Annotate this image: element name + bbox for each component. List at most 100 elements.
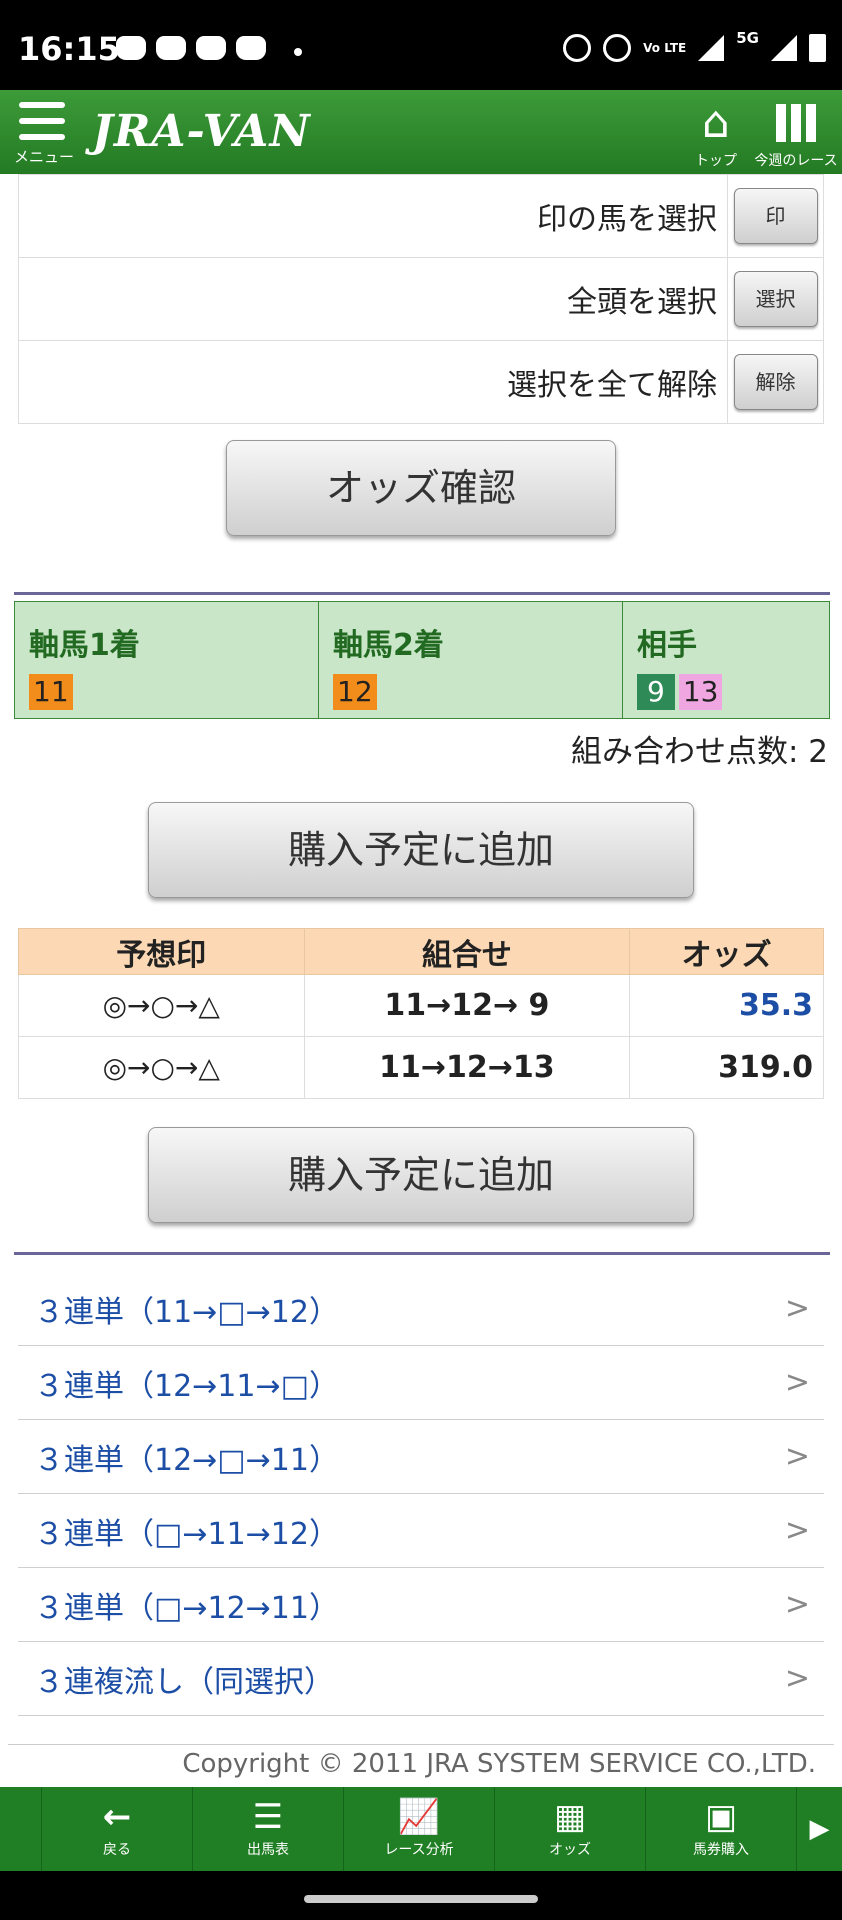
nav-race-card[interactable]: ☰ 出馬表 xyxy=(193,1787,344,1871)
select-marked-label: 印の馬を選択 xyxy=(18,174,728,258)
bottom-nav: ← 戻る ☰ 出馬表 📈 レース分析 ▦ オッズ ▣ 馬券購入 ▶ xyxy=(0,1787,842,1871)
partner-title: 相手 xyxy=(637,628,697,663)
selection-row: 全頭を選択 選択 xyxy=(18,257,824,341)
discord-icon xyxy=(236,36,266,60)
select-marked-button[interactable]: 印 xyxy=(733,188,818,244)
chevron-right-icon: > xyxy=(784,1439,810,1474)
nav-ticket-purchase[interactable]: ▣ 馬券購入 xyxy=(646,1787,797,1871)
top-button[interactable]: ⌂ トップ xyxy=(686,98,746,170)
selection-row: 選択を全て解除 解除 xyxy=(18,340,824,424)
signal-icon xyxy=(771,35,797,61)
link-label: ３連単（□→12→11） xyxy=(34,1590,339,1626)
clear-selection-button[interactable]: 解除 xyxy=(733,354,818,410)
hamburger-icon xyxy=(19,102,65,140)
odds-check-button[interactable]: オッズ確認 xyxy=(226,440,616,536)
back-arrow-icon: ← xyxy=(102,1797,132,1837)
list-item[interactable]: ３連単（12→□→11） > xyxy=(18,1420,824,1494)
data-saver-icon xyxy=(603,34,632,62)
combination: 11→12→13 xyxy=(303,1036,631,1099)
table-row[interactable]: ◎→○→△ 11→12→ 9 35.3 xyxy=(18,974,824,1037)
app-header: メニュー JRA-VAN ⌂ トップ 今週のレース xyxy=(0,90,842,174)
ticket-icon: ▣ xyxy=(704,1797,738,1837)
this-week-races-button[interactable]: 今週のレース xyxy=(752,98,840,170)
partner-cell: 相手 9 13 xyxy=(623,602,829,718)
link-label: ３連複流し（同選択） xyxy=(34,1664,334,1700)
wifi-icon xyxy=(698,35,725,61)
add-to-plan-button-2[interactable]: 購入予定に追加 xyxy=(148,1127,694,1223)
column-header-odds: オッズ xyxy=(629,928,824,975)
chevron-right-icon: > xyxy=(784,1365,810,1400)
prediction-mark: ◎→○→△ xyxy=(18,974,305,1037)
combination: 11→12→ 9 xyxy=(303,974,631,1037)
axis-first-title: 軸馬1着 xyxy=(29,628,140,663)
grid-icon: ▦ xyxy=(553,1797,587,1837)
horse-number-chip: 11 xyxy=(29,674,73,710)
list-item[interactable]: ３連単（11→□→12） > xyxy=(18,1272,824,1346)
columns-icon xyxy=(752,104,840,146)
table-row[interactable]: ◎→○→△ 11→12→13 319.0 xyxy=(18,1036,824,1099)
combination-count: 組み合わせ点数: 2 xyxy=(570,734,828,770)
chevron-right-icon: > xyxy=(784,1661,810,1696)
select-all-label: 全頭を選択 xyxy=(18,257,728,341)
list-item[interactable]: ３連単（□→11→12） > xyxy=(18,1494,824,1568)
axis-second-title: 軸馬2着 xyxy=(333,628,444,663)
copyright: Copyright © 2011 JRA SYSTEM SERVICE CO.,… xyxy=(8,1744,834,1779)
link-label: ３連単（□→11→12） xyxy=(34,1516,339,1552)
battery-icon xyxy=(809,34,826,62)
add-to-plan-button[interactable]: 購入予定に追加 xyxy=(148,802,694,898)
list-item[interactable]: ３連単（12→11→□） > xyxy=(18,1346,824,1420)
column-header-mark: 予想印 xyxy=(18,928,305,975)
chart-icon: 📈 xyxy=(397,1797,441,1837)
list-item[interactable]: ３連複流し（同選択） > xyxy=(18,1642,824,1716)
axis-first-cell: 軸馬1着 11 xyxy=(15,602,319,718)
nav-odds[interactable]: ▦ オッズ xyxy=(495,1787,646,1871)
clear-selection-label: 選択を全て解除 xyxy=(18,340,728,424)
home-icon: ⌂ xyxy=(702,97,730,148)
status-icons: Vo LTE 5G xyxy=(563,29,826,62)
odds-value: 319.0 xyxy=(629,1036,824,1099)
selection-row: 印の馬を選択 印 xyxy=(18,174,824,258)
chevron-right-icon: > xyxy=(784,1291,810,1326)
horse-number-chip: 12 xyxy=(333,674,377,710)
status-time: 16:15 xyxy=(18,30,120,68)
discord-icon xyxy=(116,36,146,60)
bet-type-link-list: ３連単（11→□→12） > ３連単（12→11→□） > ３連単（12→□→11）… xyxy=(18,1272,824,1716)
link-label: ３連単（12→□→11） xyxy=(34,1442,339,1478)
nav-more-arrow-icon[interactable]: ▶ xyxy=(797,1787,842,1871)
divider xyxy=(14,1252,830,1255)
discord-icon xyxy=(156,36,186,60)
horse-number-chip: 13 xyxy=(678,674,723,710)
selection-table: 印の馬を選択 印 全頭を選択 選択 選択を全て解除 解除 xyxy=(18,174,824,424)
select-all-button[interactable]: 選択 xyxy=(733,271,818,327)
this-week-label: 今週のレース xyxy=(754,153,838,169)
chevron-right-icon: > xyxy=(784,1587,810,1622)
discord-icon xyxy=(196,36,226,60)
column-header-combo: 組合せ xyxy=(303,928,631,975)
prediction-mark: ◎→○→△ xyxy=(18,1036,305,1099)
nav-back[interactable]: ← 戻る xyxy=(42,1787,193,1871)
nav-race-analysis[interactable]: 📈 レース分析 xyxy=(344,1787,495,1871)
top-label: トップ xyxy=(695,153,737,169)
menu-label: メニュー xyxy=(14,148,75,166)
list-icon: ☰ xyxy=(252,1797,284,1837)
chevron-right-icon: > xyxy=(784,1513,810,1548)
divider xyxy=(14,592,830,595)
more-notifications-dot-icon xyxy=(294,48,302,56)
menu-button[interactable]: メニュー xyxy=(14,102,75,168)
horse-number-chip: 9 xyxy=(637,674,675,710)
status-bar: 16:15 Vo LTE 5G xyxy=(0,0,842,90)
home-gesture-bar[interactable] xyxy=(304,1895,538,1903)
axis-horse-box: 軸馬1着 11 軸馬2着 12 相手 9 13 xyxy=(14,601,830,719)
network-type: 5G xyxy=(736,29,759,47)
jra-van-logo[interactable]: JRA-VAN xyxy=(92,106,311,157)
link-label: ３連単（12→11→□） xyxy=(34,1368,339,1404)
notification-icons xyxy=(116,36,266,60)
volte-icon: Vo LTE xyxy=(643,41,687,55)
axis-second-cell: 軸馬2着 12 xyxy=(319,602,623,718)
link-label: ３連単（11→□→12） xyxy=(34,1294,339,1330)
alarm-icon xyxy=(563,34,592,62)
system-nav-bar xyxy=(0,1871,842,1920)
odds-table-header: 予想印 組合せ オッズ xyxy=(18,928,824,975)
list-item[interactable]: ３連単（□→12→11） > xyxy=(18,1568,824,1642)
odds-table: 予想印 組合せ オッズ ◎→○→△ 11→12→ 9 35.3 ◎→○→△ 11… xyxy=(18,928,824,1099)
